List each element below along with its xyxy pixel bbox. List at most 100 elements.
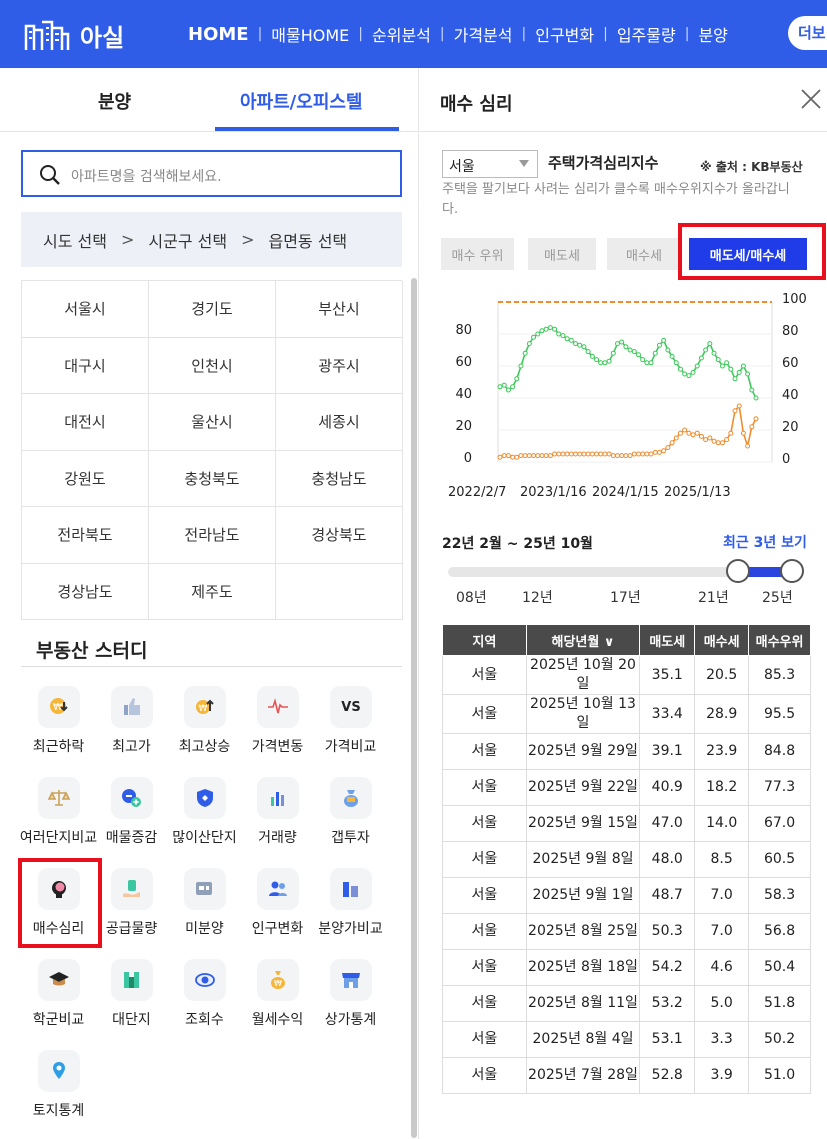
study-item-graduation-cap[interactable]: 학군비교: [22, 955, 95, 1046]
region-cell[interactable]: 경상남도: [22, 563, 149, 620]
cell-date: 2025년 9월 15일: [525, 805, 641, 842]
study-item-coin-bag[interactable]: ₩ 월세수익: [241, 955, 314, 1046]
region-cell[interactable]: 강원도: [22, 450, 149, 507]
region-cell[interactable]: 충청남도: [276, 450, 403, 507]
study-item-store[interactable]: 상가통계: [314, 955, 387, 1046]
period-label: 22년 2월 ~ 25년 10월: [442, 536, 593, 552]
region-cell[interactable]: 대구시: [22, 337, 149, 394]
region-cell[interactable]: 울산시: [149, 394, 276, 451]
nav-supply[interactable]: 입주물량: [617, 22, 676, 46]
study-item-money-bag[interactable]: 갭투자: [314, 773, 387, 864]
nav-listing-home[interactable]: 매물HOME: [271, 22, 349, 46]
study-item-eye[interactable]: 조회수: [168, 955, 241, 1046]
study-item-price-down[interactable]: ₩ 최근하락: [22, 682, 95, 773]
y-right-tick: 100: [782, 292, 807, 307]
region-cell[interactable]: 대전시: [22, 394, 149, 451]
region-cell[interactable]: 전라남도: [149, 507, 276, 564]
data-point: [505, 387, 511, 393]
sell-trend-button[interactable]: 매도세: [528, 238, 596, 270]
region-cell[interactable]: 경상북도: [276, 507, 403, 564]
study-item-thumbs-up[interactable]: 최고가: [95, 682, 168, 773]
divider: [420, 131, 827, 132]
data-point: [585, 349, 591, 355]
data-point: [556, 331, 562, 337]
close-icon[interactable]: [800, 88, 822, 110]
region-cell[interactable]: 전라북도: [22, 507, 149, 564]
logo[interactable]: 아실: [22, 18, 124, 53]
main-nav: HOME | 매물HOME | 순위분석 | 가격분석 | 인구변화 | 입주물…: [188, 22, 728, 46]
study-item-supply-hand[interactable]: 공급물량: [95, 864, 168, 955]
col-date[interactable]: 해당년월 ∨: [525, 624, 641, 656]
study-item-scale[interactable]: 여러단지비교: [19, 773, 98, 864]
index-description: 주택을 팔기보다 사려는 심리가 클수록 매수우위지수가 올라갑니다.: [442, 182, 790, 217]
table-row: 서울 2025년 10월 13일 33.4 28.9 95.5: [442, 694, 811, 734]
search-input[interactable]: 아파트명을 검색해보세요.: [71, 166, 222, 186]
nav-population[interactable]: 인구변화: [535, 22, 594, 46]
sido-select[interactable]: 시도 선택: [43, 228, 107, 252]
region-cell[interactable]: 충청북도: [149, 450, 276, 507]
nav-home[interactable]: HOME: [188, 24, 249, 45]
region-select[interactable]: 서울: [442, 150, 538, 178]
search-box[interactable]: 아파트명을 검색해보세요.: [21, 150, 402, 197]
region-cell[interactable]: 서울시: [22, 281, 149, 338]
table-row: 서울 2025년 8월 25일 50.3 7.0 56.8: [442, 913, 811, 950]
data-point: [619, 453, 625, 459]
recent-3y-link[interactable]: 최근 3년 보기: [723, 532, 807, 552]
region-cell[interactable]: 세종시: [276, 394, 403, 451]
study-item-building[interactable]: 분양가비교: [314, 864, 387, 955]
cell-buy: 8.5: [694, 841, 750, 878]
region-cell[interactable]: 인천시: [149, 337, 276, 394]
sigungu-select[interactable]: 시군구 선택: [148, 228, 227, 252]
region-cell[interactable]: 경기도: [149, 281, 276, 338]
scrollbar[interactable]: [411, 278, 417, 1138]
slider-start-handle[interactable]: [726, 559, 750, 583]
cell-buy-advantage: 60.5: [748, 841, 811, 878]
series-line-1: [499, 404, 757, 458]
study-item-vs[interactable]: VS 가격비교: [314, 682, 387, 773]
study-item-label: 가격변동: [251, 739, 304, 755]
table-row: 서울 2025년 10월 20일 35.1 20.5 85.3: [442, 655, 811, 695]
buy-advantage-button[interactable]: 매수 우위: [441, 238, 514, 270]
region-cell[interactable]: 제주도: [149, 563, 276, 620]
cell-buy-advantage: 85.3: [748, 655, 811, 695]
cell-sell: 52.8: [639, 1057, 696, 1094]
y-right-tick: 40: [782, 388, 799, 403]
data-point: [711, 350, 717, 356]
nav-presale[interactable]: 분양: [698, 22, 727, 46]
study-item-unsold[interactable]: 미분양: [168, 864, 241, 955]
nav-separator: |: [684, 26, 690, 42]
period-slider[interactable]: [448, 559, 804, 583]
study-item-label: 여러단지비교: [19, 830, 98, 846]
bar-chart-icon: [270, 792, 284, 806]
nav-ranking[interactable]: 순위분석: [372, 22, 431, 46]
cell-date: 2025년 8월 11일: [525, 985, 641, 1022]
study-item-shield[interactable]: 많이산단지: [168, 773, 241, 864]
more-button[interactable]: 더보: [788, 16, 827, 50]
data-point: [518, 453, 524, 459]
tab-presale[interactable]: 분양: [98, 88, 131, 114]
data-point: [615, 453, 621, 459]
study-item-plus-minus[interactable]: 매물증감: [95, 773, 168, 864]
region-cell[interactable]: 부산시: [276, 281, 403, 338]
study-item-pulse[interactable]: 가격변동: [241, 682, 314, 773]
slider-end-handle[interactable]: [780, 559, 804, 583]
buy-trend-button[interactable]: 매수세: [607, 238, 681, 270]
study-item-map-pin[interactable]: 토지통계: [22, 1046, 95, 1137]
slider-year-labels: 08년 12년 17년 21년 25년: [442, 587, 812, 607]
data-point: [577, 451, 583, 457]
eupmyeondong-select[interactable]: 읍면동 선택: [268, 228, 347, 252]
study-item-complex[interactable]: 대단지: [95, 955, 168, 1046]
study-item-label: 학군비교: [32, 1012, 85, 1028]
region-cell[interactable]: 광주시: [276, 337, 403, 394]
study-item-price-up[interactable]: ₩ 최고상승: [168, 682, 241, 773]
cell-sell: 39.1: [639, 733, 696, 770]
study-item-label: 공급물량: [105, 921, 158, 937]
nav-price-analysis[interactable]: 가격분석: [454, 22, 513, 46]
table-row: 서울 2025년 8월 4일 53.1 3.3 50.2: [442, 1021, 811, 1058]
icon-tile: [37, 777, 80, 819]
tab-apartment-officetel[interactable]: 아파트/오피스텔: [240, 88, 363, 114]
cell-buy: 3.3: [694, 1021, 750, 1058]
study-item-people[interactable]: 인구변화: [241, 864, 314, 955]
study-item-bar-chart[interactable]: 거래량: [241, 773, 314, 864]
cell-region: 서울: [442, 805, 527, 842]
